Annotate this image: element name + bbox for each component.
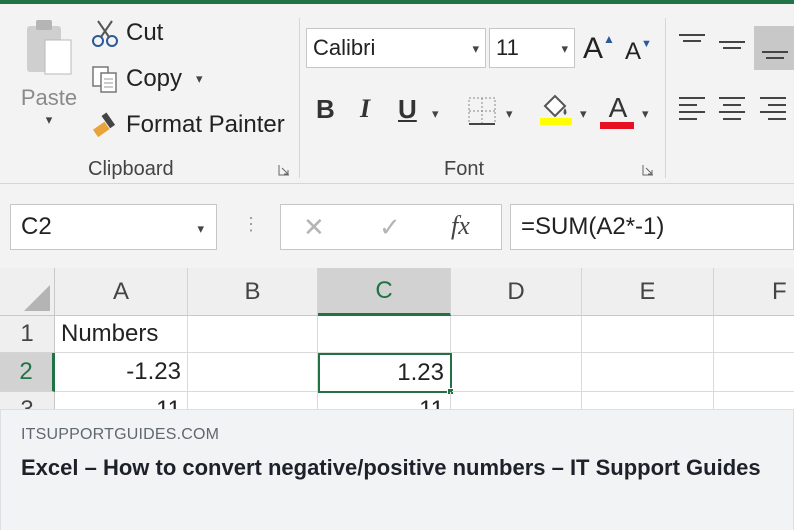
underline-dropdown-icon[interactable]: ▾ <box>432 106 439 122</box>
formula-bar-grip-icon[interactable]: ⋮ <box>242 214 260 235</box>
paste-button[interactable]: Paste ▾ <box>14 16 84 129</box>
bottom-align-button[interactable] <box>754 26 794 70</box>
cell-c2-active[interactable]: 1.23 <box>318 353 452 393</box>
font-size-dropdown-icon[interactable]: ▾ <box>561 41 568 57</box>
column-header-f[interactable]: F <box>714 268 794 316</box>
cancel-icon[interactable]: ✕ <box>303 212 325 243</box>
cell-f3[interactable] <box>714 392 794 409</box>
bold-button[interactable]: B <box>316 94 335 125</box>
paste-dropdown-icon[interactable]: ▾ <box>46 112 53 127</box>
column-header-a[interactable]: A <box>55 268 188 316</box>
column-header-d[interactable]: D <box>451 268 582 316</box>
cut-button[interactable]: Cut <box>90 18 163 48</box>
paste-label: Paste <box>20 85 78 110</box>
fill-color-button[interactable] <box>538 92 572 131</box>
clipboard-group-label: Clipboard <box>88 158 174 180</box>
copy-label: Copy <box>126 65 183 92</box>
paint-bucket-icon <box>540 94 572 125</box>
middle-align-icon[interactable] <box>717 36 747 56</box>
font-color-swatch <box>600 122 634 129</box>
font-name-combo[interactable]: Calibri ▾ <box>306 28 486 68</box>
format-painter-icon <box>92 112 116 138</box>
format-painter-button[interactable]: Format Painter <box>90 110 285 140</box>
align-right-icon[interactable] <box>758 94 788 124</box>
borders-dropdown-icon[interactable]: ▾ <box>506 106 513 122</box>
align-left-icon[interactable] <box>677 94 707 124</box>
cell-e1[interactable] <box>582 316 714 353</box>
column-header-c[interactable]: C <box>318 268 451 316</box>
align-center-icon[interactable] <box>717 94 747 124</box>
fill-color-swatch <box>540 118 572 125</box>
ribbon: Paste ▾ Cut Copy ▾ Format Painter Clipbo… <box>0 0 794 183</box>
grow-font-glyph: A <box>583 32 604 65</box>
ribbon-separator <box>299 18 300 178</box>
name-box[interactable]: C2 ▾ <box>10 204 217 250</box>
format-painter-label: Format Painter <box>126 111 285 138</box>
shrink-font-glyph: A <box>625 38 642 65</box>
shrink-font-button[interactable]: A ▼ <box>625 38 652 66</box>
borders-icon[interactable] <box>467 96 497 126</box>
cell-a1[interactable]: Numbers <box>55 316 188 353</box>
cell-d1[interactable] <box>451 316 582 353</box>
card-title[interactable]: Excel – How to convert negative/positive… <box>21 453 761 482</box>
font-color-button[interactable]: A <box>600 92 636 129</box>
ribbon-separator <box>665 18 666 178</box>
cell-d2[interactable] <box>452 353 582 392</box>
cell-a2[interactable]: -1.23 <box>55 353 188 392</box>
shrink-font-icon: ▼ <box>641 38 652 50</box>
clipboard-dialog-launcher-icon[interactable] <box>278 164 290 176</box>
row-header-2[interactable]: 2 <box>0 353 55 392</box>
grow-font-icon: ▲ <box>603 32 615 46</box>
copy-button[interactable]: Copy ▾ <box>90 64 203 94</box>
card-domain: ITSUPPORTGUIDES.COM <box>21 426 220 443</box>
link-preview-card[interactable]: ITSUPPORTGUIDES.COM Excel – How to conve… <box>0 409 794 530</box>
cell-f1[interactable] <box>714 316 794 353</box>
font-name-dropdown-icon[interactable]: ▾ <box>472 41 479 57</box>
top-align-icon[interactable] <box>677 32 707 52</box>
bottom-align-icon <box>762 51 788 59</box>
cell-b2[interactable] <box>188 353 318 392</box>
formula-input[interactable]: =SUM(A2*-1) <box>510 204 794 250</box>
scissors-icon <box>92 20 118 47</box>
copy-dropdown-icon[interactable]: ▾ <box>196 71 203 87</box>
enter-icon[interactable]: ✓ <box>379 212 401 243</box>
font-name-value: Calibri <box>313 35 376 60</box>
cell-d3[interactable] <box>451 392 582 409</box>
formula-buttons: ✕ ✓ fx <box>280 204 502 250</box>
cell-b1[interactable] <box>188 316 318 353</box>
cell-e2[interactable] <box>582 353 714 392</box>
name-box-dropdown-icon[interactable]: ▾ <box>197 221 204 237</box>
select-all-icon <box>24 285 50 311</box>
font-color-glyph: A <box>608 92 628 123</box>
font-size-combo[interactable]: 11 ▾ <box>489 28 575 68</box>
formula-bar: C2 ▾ ⋮ ✕ ✓ fx =SUM(A2*-1) <box>0 183 794 268</box>
row-header-1[interactable]: 1 <box>0 316 55 353</box>
column-header-e[interactable]: E <box>582 268 714 316</box>
worksheet-grid: A B C D E F 1 Numbers 2 -1.23 1.23 3 11 … <box>0 268 794 409</box>
grow-font-button[interactable]: A ▲ <box>583 32 615 66</box>
name-box-value: C2 <box>21 213 52 240</box>
paste-icon <box>27 20 72 75</box>
formula-text: =SUM(A2*-1) <box>521 213 665 240</box>
cell-c3[interactable]: 11 <box>318 392 451 409</box>
font-dialog-launcher-icon[interactable] <box>642 164 654 176</box>
italic-button[interactable]: I <box>360 94 370 124</box>
column-header-b[interactable]: B <box>188 268 318 316</box>
cell-f2[interactable] <box>714 353 794 392</box>
cut-label: Cut <box>126 19 164 46</box>
cell-a3[interactable]: 11 <box>55 392 188 409</box>
row-header-3[interactable]: 3 <box>0 392 55 409</box>
cell-e3[interactable] <box>582 392 714 409</box>
font-group-label: Font <box>444 158 485 180</box>
insert-function-icon[interactable]: fx <box>451 211 470 241</box>
font-color-dropdown-icon[interactable]: ▾ <box>642 106 649 122</box>
cell-b3[interactable] <box>188 392 318 409</box>
fill-color-dropdown-icon[interactable]: ▾ <box>580 106 587 122</box>
font-size-value: 11 <box>496 35 519 60</box>
underline-button[interactable]: U <box>398 94 417 125</box>
copy-icon <box>92 66 117 93</box>
cell-c1[interactable] <box>318 316 451 353</box>
select-all-corner[interactable] <box>0 268 55 316</box>
